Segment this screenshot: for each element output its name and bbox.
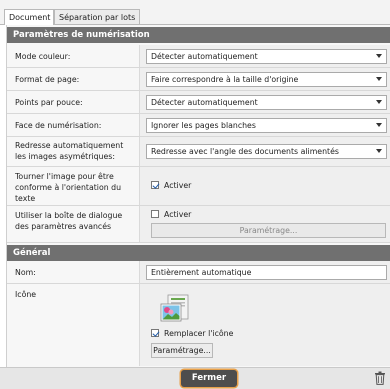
footer-bar: Fermer [0, 367, 390, 389]
page-format-control-area: Faire correspondre à la taille d'origine [139, 68, 390, 90]
section-header-scan-params: Paramètres de numérisation [7, 27, 390, 43]
scan-face-control-area: Ignorer les pages blanches [139, 114, 390, 136]
advanced-dialog-control-area: Activer Paramétrage... [139, 206, 390, 242]
row-dpi: Points par pouce: Détecter automatiqueme… [7, 91, 390, 114]
deskew-select[interactable]: Redresse avec l'angle des documents alim… [146, 144, 387, 159]
replace-icon-checkbox[interactable]: Remplacer l'icône [151, 328, 233, 339]
dpi-label: Points par pouce: [15, 98, 83, 107]
advanced-dialog-checkbox-label: Activer [164, 210, 192, 219]
chevron-down-icon [376, 54, 382, 58]
deskew-label: Redresse automatiquement les images asym… [15, 141, 124, 161]
color-mode-control-area: Détecter automatiquement [139, 45, 390, 67]
deskew-value: Redresse avec l'angle des documents alim… [151, 147, 339, 156]
section-header-general: Général [7, 245, 390, 261]
tab-document-label: Document [9, 13, 51, 22]
deskew-control-area: Redresse avec l'angle des documents alim… [139, 137, 390, 166]
dpi-control-area: Détecter automatiquement [139, 91, 390, 113]
page-format-select[interactable]: Faire correspondre à la taille d'origine [146, 72, 387, 87]
dpi-select[interactable]: Détecter automatiquement [146, 95, 387, 110]
checkbox-empty-icon [151, 210, 159, 218]
row-icon: Icône Remplacer l'icône Paramétrage... [7, 284, 390, 366]
dpi-value: Détecter automatiquement [151, 98, 258, 107]
row-color-mode: Mode couleur: Détecter automatiquement [7, 45, 390, 68]
advanced-settings-button[interactable]: Paramétrage... [151, 223, 386, 238]
rotate-control-area: Activer [139, 167, 390, 205]
scan-face-select[interactable]: Ignorer les pages blanches [146, 118, 387, 133]
name-input[interactable]: Entièrement automatique [146, 265, 387, 280]
tab-document[interactable]: Document [4, 9, 54, 25]
chevron-down-icon [376, 123, 382, 127]
rotate-checkbox-label: Activer [164, 181, 192, 190]
rotate-label: Tourner l'image pour être conforme à l'o… [15, 172, 122, 203]
tab-batch-separation-label: Séparation par lots [59, 13, 136, 22]
scan-face-label: Face de numérisation: [15, 121, 102, 130]
color-mode-value: Détecter automatiquement [151, 52, 258, 61]
rotate-checkbox[interactable]: Activer [151, 180, 191, 191]
scan-face-value: Ignorer les pages blanches [151, 121, 256, 130]
icon-label: Icône [15, 290, 37, 299]
name-control-area: Entièrement automatique [139, 261, 390, 283]
replace-icon-checkbox-label: Remplacer l'icône [164, 329, 234, 338]
row-page-format: Format de page: Faire correspondre à la … [7, 68, 390, 91]
page-format-label: Format de page: [15, 75, 80, 84]
row-scan-face: Face de numérisation: Ignorer les pages … [7, 114, 390, 137]
chevron-down-icon [376, 149, 382, 153]
checkmark-icon [151, 181, 159, 189]
icon-control-area: Remplacer l'icône Paramétrage... [139, 284, 390, 366]
advanced-dialog-label: Utiliser la boîte de dialogue des paramè… [15, 211, 123, 231]
icon-settings-button[interactable]: Paramétrage... [151, 343, 213, 358]
row-deskew: Redresse automatiquement les images asym… [7, 137, 390, 167]
row-name: Nom: Entièrement automatique [7, 261, 390, 284]
color-mode-select[interactable]: Détecter automatiquement [146, 49, 387, 64]
chevron-down-icon [376, 77, 382, 81]
settings-panel: Paramètres de numérisation Mode couleur:… [6, 25, 390, 388]
advanced-dialog-checkbox[interactable]: Activer [151, 209, 191, 220]
tab-bar: Document Séparation par lots [0, 0, 390, 25]
row-advanced-dialog: Utiliser la boîte de dialogue des paramè… [7, 206, 390, 243]
trash-icon[interactable] [374, 371, 386, 385]
close-button[interactable]: Fermer [181, 370, 237, 387]
row-rotate: Tourner l'image pour être conforme à l'o… [7, 167, 390, 206]
chevron-down-icon [376, 100, 382, 104]
color-mode-label: Mode couleur: [15, 52, 71, 61]
name-label: Nom: [15, 268, 36, 277]
scanner-photo-icon [160, 294, 189, 322]
page-format-value: Faire correspondre à la taille d'origine [151, 75, 299, 84]
checkmark-icon [151, 329, 159, 337]
tab-batch-separation[interactable]: Séparation par lots [54, 9, 140, 24]
